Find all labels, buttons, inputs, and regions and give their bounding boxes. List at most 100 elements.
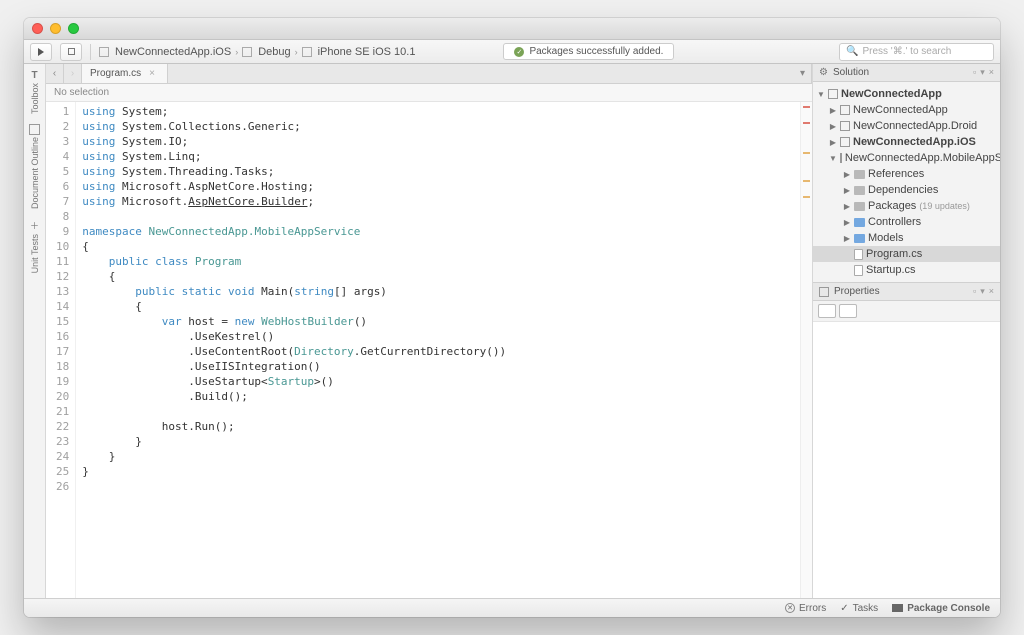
check-icon: ✓ (840, 603, 848, 614)
status-package-console[interactable]: Package Console (892, 603, 990, 614)
close-icon[interactable]: × (149, 68, 155, 79)
tree-label: Dependencies (868, 184, 938, 196)
tree-label: Controllers (868, 216, 921, 228)
plus-icon: ＋ (30, 219, 39, 232)
tree-label: NewConnectedApp (853, 104, 948, 116)
panel-collapse-icon[interactable]: ▫ (973, 67, 976, 78)
panel-close-icon[interactable]: × (989, 67, 994, 78)
editor-area: ‹ › Program.cs × ▾ No selection 12345678… (46, 64, 812, 598)
warning-marker[interactable] (803, 180, 810, 182)
disclosure-icon[interactable]: ▶ (843, 218, 851, 227)
tree-row[interactable]: ▶ Packages (19 updates) (813, 198, 1000, 214)
tree-label: Startup.cs (866, 264, 916, 276)
console-icon (892, 604, 903, 612)
disclosure-icon[interactable]: ▼ (817, 90, 825, 99)
crumb-label: No selection (54, 87, 109, 98)
tab-forward-button[interactable]: › (64, 64, 82, 83)
tree-row[interactable]: ▶ NewConnectedApp.iOS (813, 134, 1000, 150)
disclosure-icon[interactable]: ▼ (829, 154, 837, 163)
properties-tabs (813, 301, 1000, 321)
tree-suffix: (19 updates) (919, 201, 970, 211)
search-icon: 🔍 (846, 46, 858, 57)
folder-icon (854, 218, 865, 227)
unit-tests-tab[interactable]: ＋ Unit Tests (30, 219, 40, 273)
tree-label: Program.cs (866, 248, 922, 260)
disclosure-icon[interactable]: ▶ (843, 202, 851, 211)
status-bar: ✕ Errors ✓ Tasks Package Console (24, 598, 1000, 617)
config-button[interactable] (60, 43, 82, 61)
project-icon (840, 105, 850, 115)
tree-label: NewConnectedApp (841, 88, 942, 100)
main: T Toolbox Document Outline ＋ Unit Tests … (24, 64, 1000, 598)
maximize-icon[interactable] (68, 23, 79, 34)
minimize-icon[interactable] (50, 23, 61, 34)
error-marker[interactable] (803, 106, 810, 108)
project-icon (840, 137, 850, 147)
tree-label: NewConnectedApp.iOS (853, 136, 976, 148)
disclosure-icon[interactable]: ▶ (829, 138, 837, 147)
panel-controls: ▫ ▾ × (973, 286, 994, 297)
error-marker[interactable] (803, 122, 810, 124)
code-content[interactable]: using System;using System.Collections.Ge… (76, 102, 506, 598)
breadcrumb-project: NewConnectedApp.iOS (115, 46, 231, 58)
tab-bar: ‹ › Program.cs × ▾ (46, 64, 812, 84)
solution-tree[interactable]: ▼NewConnectedApp▶NewConnectedApp▶NewConn… (813, 82, 1000, 282)
tree-label: References (868, 168, 924, 180)
tab-back-button[interactable]: ‹ (46, 64, 64, 83)
code-crumb-bar[interactable]: No selection (46, 84, 812, 102)
square-icon (68, 48, 75, 55)
window: NewConnectedApp.iOS › Debug › iPhone SE … (24, 18, 1000, 617)
disclosure-icon[interactable]: ▶ (843, 234, 851, 243)
tree-row[interactable]: ▼ NewConnectedApp (813, 86, 1000, 102)
titlebar (24, 18, 1000, 40)
toolbox-tab[interactable]: T Toolbox (30, 70, 40, 114)
tree-row[interactable]: ▶ Controllers (813, 214, 1000, 230)
disclosure-icon[interactable]: ▶ (829, 106, 837, 115)
solution-icon (828, 89, 838, 99)
warning-marker[interactable] (803, 196, 810, 198)
status-tasks[interactable]: ✓ Tasks (840, 603, 878, 614)
tree-row[interactable]: ▶Program.cs (813, 246, 1000, 262)
warning-marker[interactable] (803, 152, 810, 154)
properties-panel: Properties ▫ ▾ × (813, 282, 1000, 598)
folder-icon (854, 202, 865, 211)
breadcrumb-device: iPhone SE iOS 10.1 (318, 46, 416, 58)
project-icon (840, 153, 842, 163)
search-input[interactable]: 🔍 Press '⌘.' to search (839, 43, 994, 61)
tab-menu-button[interactable]: ▾ (794, 64, 812, 83)
solution-title: Solution (833, 67, 869, 78)
tree-label: NewConnectedApp.MobileAppService (845, 152, 1000, 164)
tree-row[interactable]: ▶ NewConnectedApp (813, 102, 1000, 118)
tree-row[interactable]: ▶NewConnectedApp.Droid (813, 118, 1000, 134)
tree-label: Packages (868, 200, 916, 212)
tree-row[interactable]: ▶ References (813, 166, 1000, 182)
tab-program-cs[interactable]: Program.cs × (82, 64, 168, 83)
panel-collapse-icon[interactable]: ▫ (973, 286, 976, 297)
separator (90, 44, 91, 60)
code-editor[interactable]: 1234567891011121314151617181920212223242… (46, 102, 812, 598)
disclosure-icon[interactable]: ▶ (843, 170, 851, 179)
project-icon (99, 47, 109, 57)
prop-tab-1[interactable] (818, 304, 836, 318)
panel-controls: ▫ ▾ × (973, 67, 994, 78)
status-errors[interactable]: ✕ Errors (785, 603, 826, 614)
tree-row[interactable]: ▶ Dependencies (813, 182, 1000, 198)
panel-options-icon[interactable]: ▾ (980, 286, 985, 297)
solution-panel-header: ⚙ Solution ▫ ▾ × (813, 64, 1000, 82)
close-icon[interactable] (32, 23, 43, 34)
panel-options-icon[interactable]: ▾ (980, 67, 985, 78)
gear-icon[interactable]: ⚙ (819, 67, 828, 78)
tree-row[interactable]: ▶Startup.cs (813, 262, 1000, 278)
doc-outline-tab[interactable]: Document Outline (29, 124, 40, 209)
run-button[interactable] (30, 43, 52, 61)
disclosure-icon[interactable]: ▶ (829, 122, 837, 131)
disclosure-icon[interactable]: ▶ (843, 186, 851, 195)
panel-close-icon[interactable]: × (989, 286, 994, 297)
prop-tab-2[interactable] (839, 304, 857, 318)
tree-row[interactable]: ▶Models (813, 230, 1000, 246)
breadcrumb[interactable]: NewConnectedApp.iOS › Debug › iPhone SE … (99, 46, 415, 58)
tree-row[interactable]: ▼ NewConnectedApp.MobileAppService (813, 150, 1000, 166)
left-rail: T Toolbox Document Outline ＋ Unit Tests (24, 64, 46, 598)
tab-label: Program.cs (90, 68, 141, 79)
properties-icon (819, 287, 829, 297)
